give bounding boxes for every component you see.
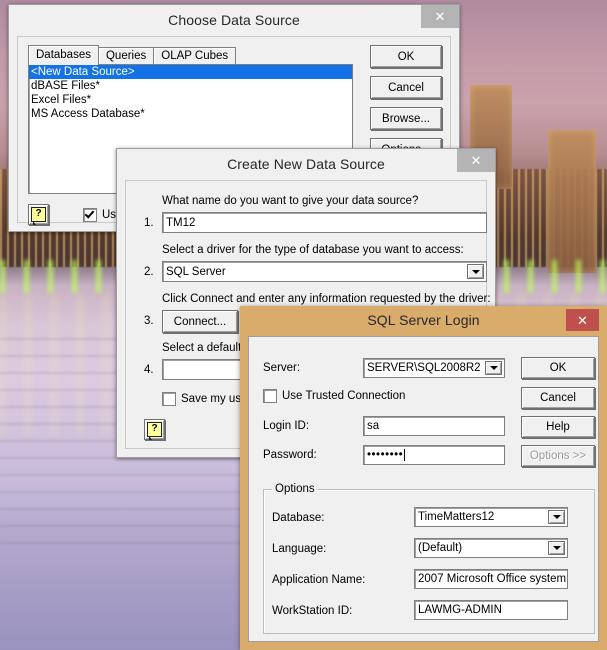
sql-server-login-title: SQL Server Login	[367, 312, 480, 328]
text-cursor	[404, 449, 406, 461]
sql-server-login-dialog: SQL Server Login ✕ Server: SERVER\SQL200…	[240, 306, 607, 650]
building-right	[548, 130, 596, 273]
application-name-input[interactable]: 2007 Microsoft Office system	[414, 569, 568, 589]
help-button[interactable]: Help	[521, 416, 595, 438]
create-new-data-source-title: Create New Data Source	[227, 156, 385, 172]
step1-number: 1.	[144, 217, 154, 229]
password-input[interactable]: ••••••••	[363, 445, 505, 465]
step2-question: Select a driver for the type of database…	[162, 244, 464, 256]
application-name-label: Application Name:	[272, 574, 366, 586]
chevron-down-icon[interactable]	[467, 264, 484, 279]
list-item[interactable]: MS Access Database*	[29, 107, 352, 121]
checkbox-box[interactable]	[162, 392, 176, 406]
workstation-id-label: WorkStation ID:	[272, 605, 353, 617]
chevron-down-icon[interactable]	[548, 541, 565, 555]
connect-button[interactable]: Connect...	[162, 310, 238, 333]
list-item[interactable]: dBASE Files*	[29, 79, 352, 93]
question-mark-icon: ?	[147, 422, 162, 440]
server-label: Server:	[263, 362, 301, 374]
database-combo-value: TimeMatters12	[418, 511, 495, 523]
driver-combo-value: SQL Server	[166, 265, 226, 278]
server-combo-value: SERVER\SQL2008R2	[367, 362, 481, 374]
save-user-id-checkbox[interactable]: Save my user	[162, 392, 251, 406]
language-combo-value: (Default)	[418, 542, 463, 554]
sql-server-login-titlebar: SQL Server Login ✕	[240, 306, 607, 334]
options-groupbox: Options Database: TimeMatters12 Language…	[263, 483, 595, 634]
cancel-button[interactable]: Cancel	[370, 76, 442, 99]
step2-number: 2.	[144, 266, 154, 278]
chevron-down-icon[interactable]	[485, 361, 502, 375]
step3-question: Click Connect and enter any information …	[162, 293, 491, 305]
ok-button[interactable]: OK	[521, 357, 595, 379]
options-button[interactable]: Options >>	[521, 445, 595, 467]
language-combo[interactable]: (Default)	[414, 538, 568, 558]
login-id-input[interactable]: sa	[363, 416, 505, 436]
login-id-label: Login ID:	[263, 420, 310, 432]
options-groupbox-legend: Options	[272, 483, 318, 495]
checkbox-box[interactable]	[83, 208, 97, 222]
use-trusted-connection-label: Use Trusted Connection	[282, 390, 406, 402]
question-mark-icon: ?	[31, 207, 46, 225]
chevron-down-icon[interactable]	[548, 510, 565, 524]
password-masked-value: ••••••••	[367, 449, 404, 461]
choose-data-source-titlebar: Choose Data Source ✕	[9, 5, 459, 35]
data-source-name-input[interactable]: TM12	[162, 212, 487, 233]
list-item[interactable]: Excel Files*	[29, 93, 352, 107]
help-button[interactable]: ?	[28, 204, 49, 225]
choose-data-source-title: Choose Data Source	[168, 12, 300, 28]
driver-combo[interactable]: SQL Server	[162, 261, 487, 282]
step3-number: 3.	[144, 315, 154, 327]
password-label: Password:	[263, 449, 317, 461]
tab-databases[interactable]: Databases	[28, 45, 99, 65]
ok-button[interactable]: OK	[370, 45, 442, 68]
database-combo[interactable]: TimeMatters12	[414, 507, 568, 527]
tab-strip: Databases Queries OLAP Cubes	[28, 45, 237, 65]
workstation-id-input[interactable]: LAWMG-ADMIN	[414, 600, 568, 620]
server-combo[interactable]: SERVER\SQL2008R2	[363, 358, 505, 378]
list-item[interactable]: <New Data Source>	[29, 65, 352, 79]
close-icon[interactable]: ✕	[457, 149, 495, 172]
use-trusted-connection-checkbox[interactable]: Use Trusted Connection	[263, 389, 405, 403]
step1-question: What name do you want to give your data …	[162, 195, 419, 207]
cancel-button[interactable]: Cancel	[521, 387, 595, 409]
tab-olap-cubes[interactable]: OLAP Cubes	[153, 47, 237, 65]
browse-button[interactable]: Browse...	[370, 107, 442, 130]
close-icon[interactable]: ✕	[421, 5, 459, 28]
close-icon[interactable]: ✕	[566, 309, 599, 331]
database-label: Database:	[272, 512, 325, 524]
sql-server-login-client: Server: SERVER\SQL2008R2 Use Trusted Con…	[248, 336, 599, 642]
tab-queries[interactable]: Queries	[97, 47, 155, 65]
step4-number: 4.	[144, 364, 154, 376]
help-button[interactable]: ?	[144, 419, 165, 440]
checkbox-box[interactable]	[263, 389, 277, 403]
create-new-data-source-titlebar: Create New Data Source ✕	[117, 149, 495, 179]
language-label: Language:	[272, 543, 327, 555]
